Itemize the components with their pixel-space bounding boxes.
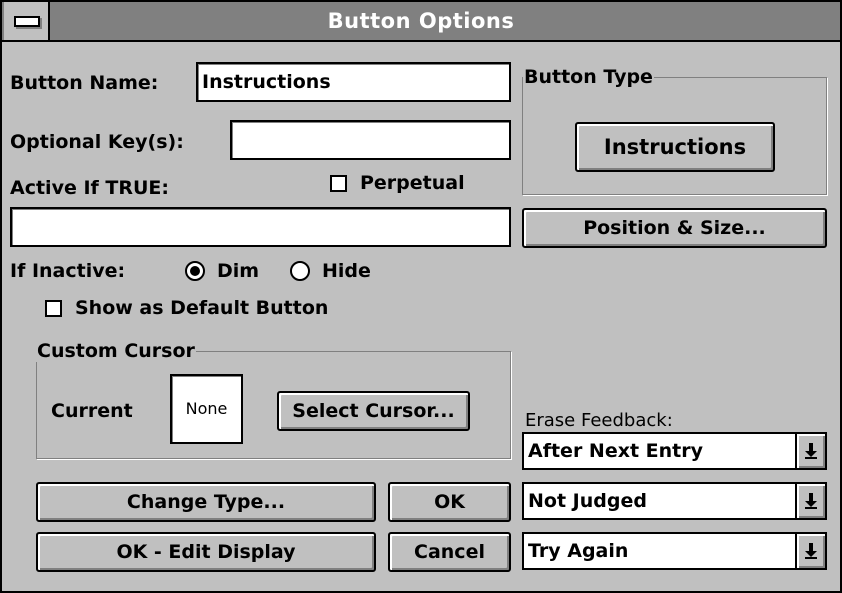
active-if-input[interactable] [10,207,511,247]
dropdown-arrow-icon[interactable] [795,534,825,568]
erase-feedback-value: After Next Entry [528,440,704,462]
erase-feedback-label: Erase Feedback: [525,410,673,431]
button-type-preview-button[interactable]: Instructions [575,122,775,172]
hide-radio[interactable] [290,261,310,281]
show-default-checkbox[interactable] [45,300,62,317]
perpetual-checkbox[interactable] [330,175,347,192]
active-if-label: Active If TRUE: [10,177,169,199]
judgement-value: Not Judged [528,490,647,512]
optional-keys-input[interactable] [230,120,511,160]
erase-feedback-select[interactable]: After Next Entry [522,432,827,470]
custom-cursor-group-label: Custom Cursor [36,340,196,362]
judgement-select[interactable]: Not Judged [522,482,827,520]
feedback-action-select[interactable]: Try Again [522,532,827,570]
cancel-button[interactable]: Cancel [388,532,511,572]
ok-button[interactable]: OK [388,482,511,522]
perpetual-label: Perpetual [360,172,465,194]
change-type-button[interactable]: Change Type... [36,482,376,522]
button-type-group-label: Button Type [523,66,654,88]
radio-selected-dot [190,266,200,276]
title-bar[interactable]: Button Options [2,2,840,42]
dropdown-arrow-icon[interactable] [795,434,825,468]
optional-keys-label: Optional Key(s): [10,131,184,153]
position-size-button[interactable]: Position & Size... [522,208,827,248]
button-name-input[interactable]: Instructions [196,62,511,102]
if-inactive-label: If Inactive: [10,260,126,282]
dropdown-arrow-icon[interactable] [795,484,825,518]
dim-radio-label: Dim [217,260,260,282]
window-title: Button Options [327,9,515,33]
show-default-label: Show as Default Button [75,297,329,319]
current-cursor-label: Current [51,400,133,422]
hide-radio-label: Hide [322,260,371,282]
select-cursor-button[interactable]: Select Cursor... [277,391,470,431]
feedback-action-value: Try Again [528,540,629,562]
current-cursor-preview: None [170,374,243,444]
button-name-label: Button Name: [10,72,159,94]
ok-edit-display-button[interactable]: OK - Edit Display [36,532,376,572]
dim-radio[interactable] [185,261,205,281]
